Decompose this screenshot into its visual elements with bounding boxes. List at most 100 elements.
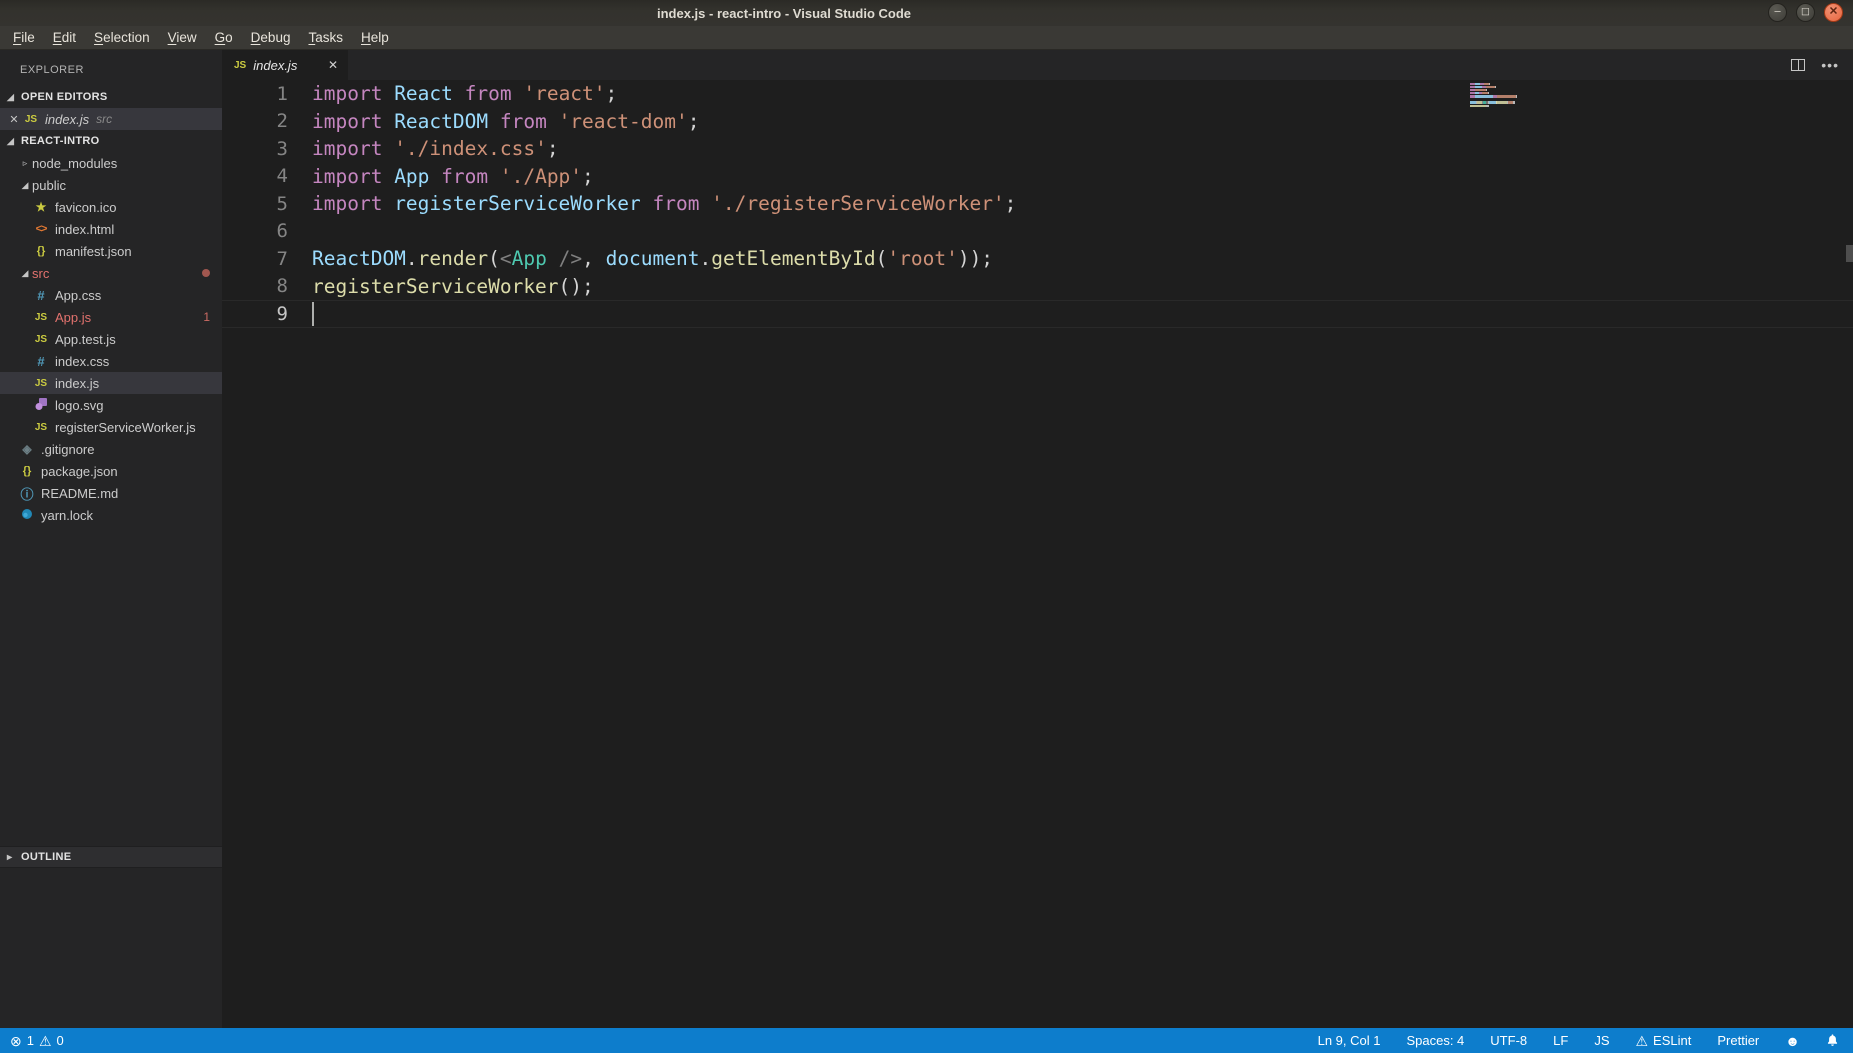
open-editor-index-js[interactable]: ✕JSindex.jssrc	[0, 108, 222, 130]
statusbar-feedback[interactable]: ☻	[1785, 1034, 1800, 1048]
statusbar-prettier-status[interactable]: Prettier	[1717, 1033, 1759, 1048]
statusbar-eslint-status[interactable]: ⚠ESLint	[1635, 1033, 1691, 1048]
line-number[interactable]: 2	[222, 110, 312, 132]
line-number[interactable]: 4	[222, 165, 312, 187]
minimap[interactable]	[1470, 83, 1540, 111]
menu-view[interactable]: View	[159, 27, 206, 48]
code-line-4[interactable]: 4import App from './App';	[222, 163, 1853, 191]
code-token: ;	[547, 137, 559, 160]
tree-item-favicon-ico[interactable]: ★favicon.ico	[0, 196, 222, 218]
tree-item-yarn-lock[interactable]: yarn.lock	[0, 504, 222, 526]
tree-item-label: package.json	[41, 464, 118, 479]
code-line-6[interactable]: 6	[222, 218, 1853, 246]
js-icon: JS	[234, 60, 246, 71]
tree-item-src[interactable]: ◢src	[0, 262, 222, 284]
status-bar: ⊗1 ⚠0 Ln 9, Col 1 Spaces: 4 UTF-8 LF JS ⚠ESLin…	[0, 1028, 1853, 1053]
warning-triangle-icon: ⚠	[39, 1034, 52, 1048]
menu-tasks[interactable]: Tasks	[299, 27, 352, 48]
more-actions-icon[interactable]: •••	[1821, 57, 1839, 73]
menu-edit[interactable]: Edit	[44, 27, 85, 48]
line-number[interactable]: 1	[222, 83, 312, 105]
statusbar-notifications[interactable]	[1826, 1033, 1839, 1049]
line-number[interactable]: 5	[222, 193, 312, 215]
code-token: ;	[606, 82, 618, 105]
code-token: />	[547, 247, 582, 270]
code-line-5[interactable]: 5import registerServiceWorker from './re…	[222, 190, 1853, 218]
tree-item-index-js[interactable]: JSindex.js	[0, 372, 222, 394]
line-number[interactable]: 6	[222, 220, 312, 242]
chevron-down-icon: ◢	[7, 136, 21, 147]
line-number[interactable]: 8	[222, 275, 312, 297]
project-root-header[interactable]: ◢ REACT-INTRO	[0, 130, 222, 152]
code-token: ReactDOM	[394, 110, 500, 133]
chevron-down-icon: ◢	[18, 268, 32, 279]
maximize-button[interactable]: ◻	[1796, 3, 1815, 22]
line-number[interactable]: 3	[222, 138, 312, 160]
menu-selection[interactable]: Selection	[85, 27, 159, 48]
statusbar-indentation[interactable]: Spaces: 4	[1406, 1033, 1464, 1048]
statusbar-0[interactable]: ⚠0	[39, 1033, 64, 1048]
statusbar-1[interactable]: ⊗1	[10, 1033, 34, 1048]
tab-close-icon[interactable]: ✕	[328, 58, 338, 72]
tree-item-readme-md[interactable]: ⓘREADME.md	[0, 482, 222, 504]
code-token: from	[465, 82, 524, 105]
code-line-1[interactable]: 1import React from 'react';	[222, 80, 1853, 108]
open-editor-detail: src	[96, 112, 112, 126]
tree-item-package-json[interactable]: {}package.json	[0, 460, 222, 482]
menu-help[interactable]: Help	[352, 27, 398, 48]
chevron-down-icon: ◢	[18, 180, 32, 191]
chevron-right-icon: ▸	[7, 852, 21, 863]
tree-item-app-js[interactable]: JSApp.js1	[0, 306, 222, 328]
yarn-icon	[18, 508, 36, 523]
statusbar-encoding[interactable]: UTF-8	[1490, 1033, 1527, 1048]
line-number[interactable]: 7	[222, 248, 312, 270]
open-editors-header[interactable]: ◢ OPEN EDITORS	[0, 86, 222, 108]
tree-item-logo-svg[interactable]: logo.svg	[0, 394, 222, 416]
statusbar-language-mode[interactable]: JS	[1594, 1033, 1609, 1048]
tree-item-gitignore[interactable]: ◈.gitignore	[0, 438, 222, 460]
diamond-icon: ◈	[18, 442, 36, 456]
tree-item-index-html[interactable]: <>index.html	[0, 218, 222, 240]
tab-bar: JS index.js ✕ •••	[222, 50, 1853, 80]
line-number[interactable]: 9	[222, 303, 312, 325]
code-line-2[interactable]: 2import ReactDOM from 'react-dom';	[222, 108, 1853, 136]
tree-item-label: logo.svg	[55, 398, 103, 413]
html-icon: <>	[32, 223, 50, 235]
code-token: ,	[582, 247, 605, 270]
tree-item-registerserviceworker-js[interactable]: JSregisterServiceWorker.js	[0, 416, 222, 438]
tab-index-js[interactable]: JS index.js ✕	[222, 50, 348, 80]
statusbar-eol[interactable]: LF	[1553, 1033, 1568, 1048]
tree-item-manifest-json[interactable]: {}manifest.json	[0, 240, 222, 262]
outline-header[interactable]: ▸ OUTLINE	[0, 846, 222, 868]
code-line-7[interactable]: 7ReactDOM.render(<App />, document.getEl…	[222, 245, 1853, 273]
close-button[interactable]: ✕	[1824, 3, 1843, 22]
menu-file[interactable]: File	[4, 27, 44, 48]
code-token: import	[312, 82, 394, 105]
tree-item-node-modules[interactable]: ▹node_modules	[0, 152, 222, 174]
code-token: 'react-dom'	[559, 110, 688, 133]
code-token: import	[312, 192, 394, 215]
editor-group: JS index.js ✕ ••• 1import React from 're…	[222, 50, 1853, 1028]
code-editor[interactable]: 1import React from 'react';2import React…	[222, 80, 1853, 1028]
code-token: (	[488, 247, 500, 270]
tree-item-public[interactable]: ◢public	[0, 174, 222, 196]
tree-item-index-css[interactable]: #index.css	[0, 350, 222, 372]
tree-item-label: index.css	[55, 354, 109, 369]
menu-go[interactable]: Go	[206, 27, 242, 48]
tree-item-app-css[interactable]: #App.css	[0, 284, 222, 306]
statusbar-label: UTF-8	[1490, 1033, 1527, 1048]
tree-item-label: README.md	[41, 486, 118, 501]
split-editor-icon[interactable]	[1791, 59, 1805, 71]
close-editor-icon[interactable]: ✕	[6, 113, 22, 126]
code-token: .	[406, 247, 418, 270]
statusbar-cursor-position[interactable]: Ln 9, Col 1	[1318, 1033, 1381, 1048]
code-token: App	[512, 247, 547, 270]
code-line-9[interactable]: 9	[222, 300, 1853, 328]
menu-debug[interactable]: Debug	[242, 27, 300, 48]
code-line-3[interactable]: 3import './index.css';	[222, 135, 1853, 163]
code-line-8[interactable]: 8registerServiceWorker();	[222, 273, 1853, 301]
tree-item-label: public	[32, 178, 66, 193]
code-token: 'react'	[523, 82, 605, 105]
tree-item-app-test-js[interactable]: JSApp.test.js	[0, 328, 222, 350]
minimize-button[interactable]: –	[1768, 3, 1787, 22]
